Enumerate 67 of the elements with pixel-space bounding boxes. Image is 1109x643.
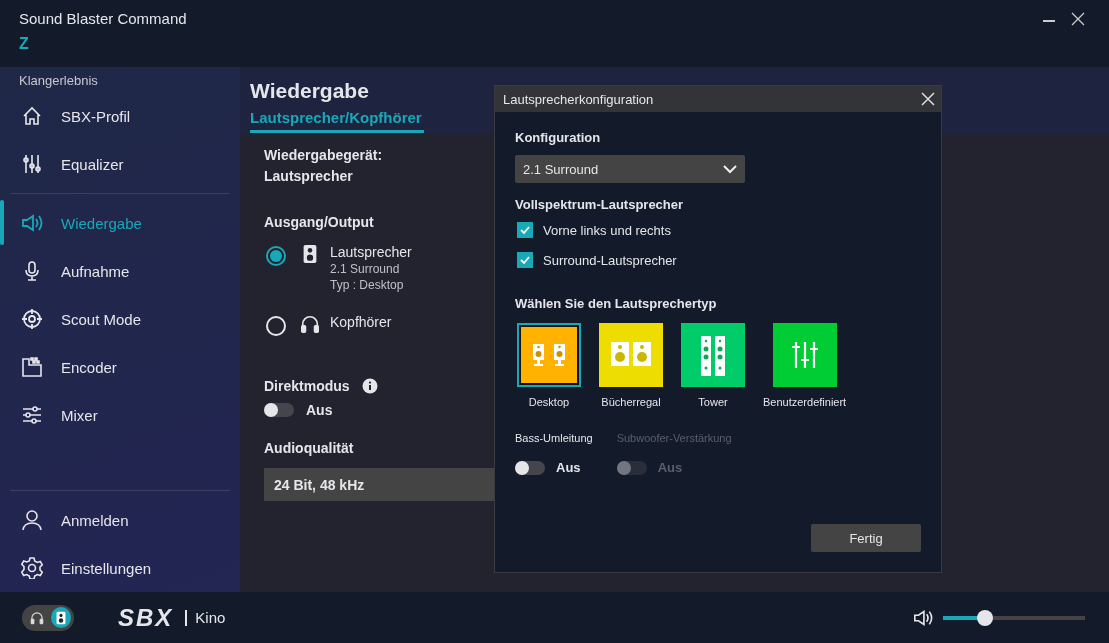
sidebar-item[interactable]: Einstellungen [0,544,240,592]
page-title: Wiedergabe [250,79,369,103]
section-heading: Wählen Sie den Lautsprechertyp [515,296,718,311]
sidebar-item[interactable]: SBX-Profil [0,92,240,140]
dialog-title: Lautsprecherkonfiguration [503,91,654,107]
person-icon [21,509,43,531]
device-label: Wiedergabegerät: [264,147,383,163]
toggle-switch[interactable] [515,460,545,475]
checkmark-icon [519,254,531,266]
app-logo: Z [19,35,30,53]
speaker-type-option[interactable]: Desktop [517,323,581,408]
radio-button[interactable] [266,246,286,266]
close-icon [1071,12,1085,26]
setting-label: Bass-Umleitung [515,432,593,444]
speaker-icon [21,212,43,234]
dropdown-value: 2.1 Surround [523,161,599,177]
minimize-icon [1043,20,1055,22]
home-icon [21,105,43,127]
checkbox-label: Surround-Lautsprecher [543,252,677,268]
option-detail: Typ : Desktop [330,278,405,292]
sidebar-item[interactable]: Anmelden [0,496,240,544]
checkmark-icon [519,224,531,236]
setting-label: Subwoofer-Verstärkung [616,432,732,444]
field-label: Konfiguration [515,130,602,145]
toggle-switch[interactable] [264,403,294,417]
checkbox[interactable] [517,222,533,238]
checkbox[interactable] [517,252,533,268]
close-button[interactable] [1069,10,1087,28]
tab[interactable]: Lautsprecher/Kopfhörer [250,109,424,133]
toggle-state: Aus [306,402,333,418]
speaker-type-option[interactable]: Tower [681,323,745,408]
section-label: Klangerlebnis [18,73,99,88]
speaker-type-option[interactable]: Benutzerdefiniert [763,323,847,408]
chevron-down-icon [723,164,737,174]
done-button[interactable]: Fertig [811,524,921,552]
grid-document-icon [21,356,43,378]
equalizer-icon [21,153,43,175]
sliders-icon [21,404,43,426]
sidebar-item[interactable]: Aufnahme [0,247,240,295]
sidebar-item[interactable]: Wiedergabe [0,199,240,247]
close-button[interactable] [919,90,937,108]
speaker-icon [913,607,933,628]
crosshair-icon [21,308,43,330]
speaker-type-option[interactable]: Bücherregal [599,323,663,408]
setting-label: Direktmodus [264,378,350,394]
section-heading: Ausgang/Output [264,214,374,230]
device-name: Lautsprecher [264,168,353,184]
info-icon [361,378,378,394]
checkbox-label: Vorne links und rechts [543,222,671,238]
option-label: Kopfhörer [330,314,392,330]
sidebar-item[interactable]: Encoder [0,343,240,391]
section-heading: Vollspektrum-Lautsprecher [515,197,685,212]
sidebar-item[interactable]: Equalizer [0,140,240,188]
sidebar-item[interactable]: Mixer [0,391,240,439]
close-icon [921,92,935,106]
gear-icon [21,557,43,579]
brand-logo: SBX [118,603,174,632]
window-title: Sound Blaster Command [19,10,187,27]
mode-label: Kino [195,609,226,626]
option-label: Lautsprecher [330,244,412,260]
sidebar-item[interactable]: Scout Mode [0,295,240,343]
option-detail: 2.1 Surround [330,262,401,276]
output-switch[interactable] [22,604,74,631]
setting-label: Audioqualität [264,440,354,456]
dropdown[interactable]: 2.1 Surround [515,155,745,183]
headphones-icon [300,314,320,334]
slider-thumb[interactable] [977,609,993,626]
